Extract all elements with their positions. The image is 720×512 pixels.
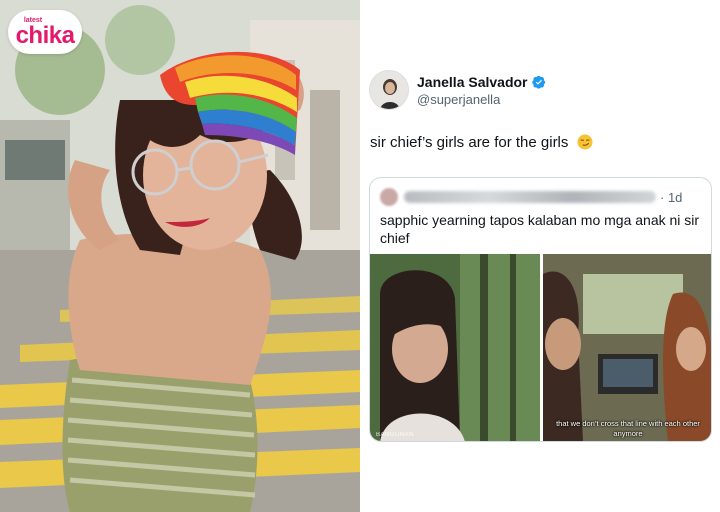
tweet-text: sir chief’s girls are for the girls: [370, 134, 593, 151]
user-handle[interactable]: @superjanella: [417, 92, 546, 107]
tweet-panel: Janella Salvador @superjanella sir chief…: [360, 0, 720, 512]
quoted-avatar-blurred: [380, 188, 398, 206]
photo-panel: latest chika: [0, 0, 360, 512]
smirk-emoji-icon: [577, 134, 593, 150]
quoted-tweet-text: sapphic yearning tapos kalaban mo mga an…: [380, 212, 700, 246]
portrait-photo: [0, 0, 360, 512]
quoted-author-blurred: [404, 191, 656, 203]
verified-badge-icon: [531, 75, 545, 89]
quoted-media-right[interactable]: that we don’t cross that line with each …: [543, 254, 711, 441]
chika-logo[interactable]: latest chika: [8, 10, 82, 54]
avatar[interactable]: [369, 70, 409, 110]
media-watermark: BANGUNAN: [376, 432, 415, 438]
quoted-tweet-header: · 1d: [380, 188, 705, 206]
quoted-media-left[interactable]: BANGUNAN: [370, 254, 540, 441]
logo-main-text: chika: [15, 22, 75, 49]
quoted-tweet-card[interactable]: · 1d sapphic yearning tapos kalaban mo m…: [369, 177, 712, 442]
display-name[interactable]: Janella Salvador: [417, 74, 528, 90]
tweet-author[interactable]: Janella Salvador @superjanella: [369, 70, 546, 110]
media-subtitle: that we don’t cross that line with each …: [556, 419, 700, 438]
tweet-text-content: sir chief’s girls are for the girls: [370, 134, 569, 151]
quoted-timestamp[interactable]: · 1d: [660, 190, 682, 205]
